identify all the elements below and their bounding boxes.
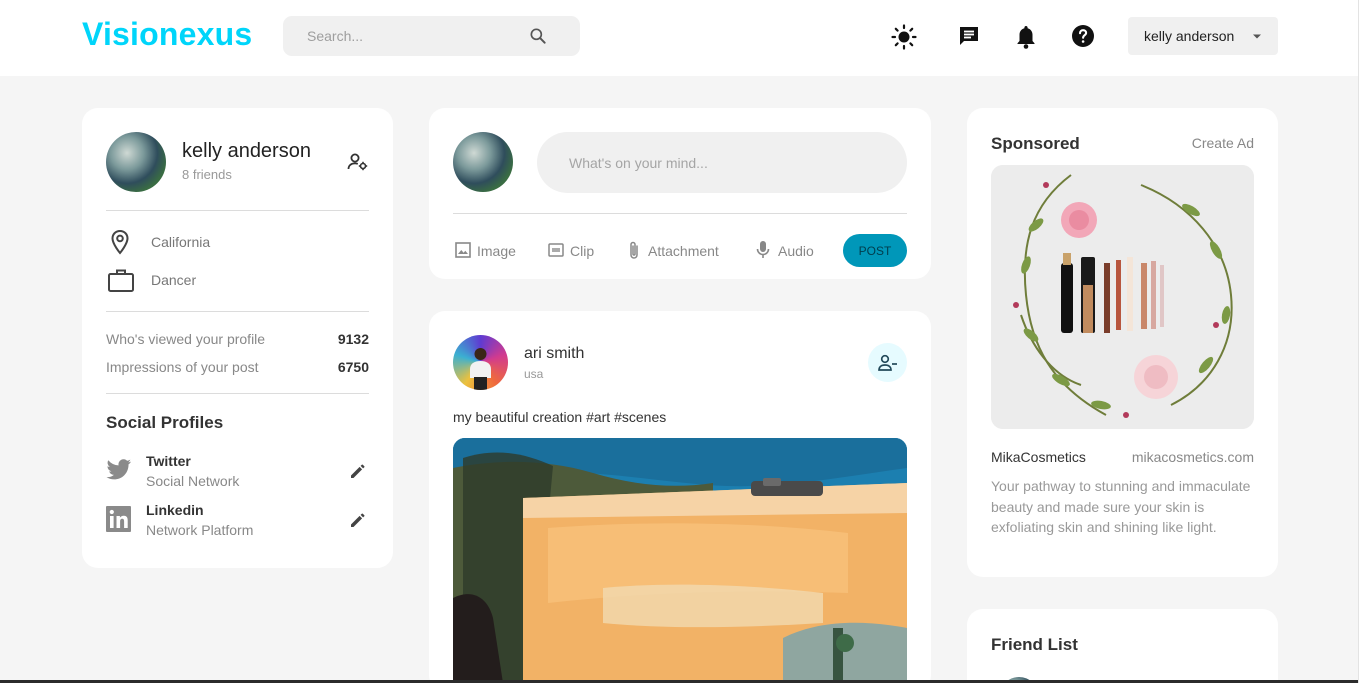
- help-icon[interactable]: [1071, 24, 1097, 50]
- linkedin-icon: [106, 506, 131, 532]
- chat-icon[interactable]: [957, 24, 983, 50]
- post-button[interactable]: POST: [843, 234, 907, 267]
- occupation-text: Dancer: [151, 272, 197, 288]
- profile-views-label: Who's viewed your profile: [106, 331, 266, 347]
- avatar[interactable]: [453, 335, 508, 390]
- attachment-label: Attachment: [648, 243, 719, 259]
- manage-account-icon[interactable]: [347, 152, 369, 172]
- ad-website-link[interactable]: mikacosmetics.com: [1060, 449, 1254, 465]
- scrollbar[interactable]: [1358, 0, 1366, 683]
- audio-label: Audio: [778, 243, 814, 259]
- attachment-button[interactable]: Attachment: [627, 240, 727, 262]
- friend-count: 8 friends: [182, 167, 232, 182]
- sponsored-title: Sponsored: [991, 134, 1080, 153]
- search-input[interactable]: [283, 16, 523, 56]
- avatar[interactable]: [106, 132, 166, 192]
- audio-button[interactable]: Audio: [756, 240, 818, 262]
- post-input[interactable]: [537, 132, 907, 193]
- twitter-icon: [106, 459, 132, 481]
- post-author-name[interactable]: ari smith: [524, 345, 584, 363]
- location-icon: [108, 229, 132, 255]
- divider: [453, 213, 907, 214]
- image-label: Image: [477, 243, 516, 259]
- sun-icon[interactable]: [891, 24, 917, 50]
- ad-image[interactable]: [991, 165, 1254, 429]
- gif-icon: [548, 242, 564, 258]
- image-button[interactable]: Image: [455, 240, 519, 262]
- divider: [106, 210, 369, 211]
- search-icon[interactable]: [528, 26, 548, 46]
- user-menu-label: kelly anderson: [1144, 28, 1235, 44]
- app-logo[interactable]: Visionexus: [82, 16, 252, 53]
- edit-twitter-icon[interactable]: [348, 461, 368, 481]
- clip-button[interactable]: Clip: [548, 240, 598, 262]
- divider: [106, 393, 369, 394]
- post-caption: my beautiful creation #art #scenes: [453, 409, 667, 425]
- post-image[interactable]: [453, 438, 907, 683]
- image-icon: [455, 242, 471, 258]
- impressions-label: Impressions of your post: [106, 359, 259, 375]
- ad-description: Your pathway to stunning and immaculate …: [991, 478, 1251, 535]
- divider: [106, 311, 369, 312]
- impressions-value: 6750: [337, 359, 369, 375]
- twitter-name[interactable]: Twitter: [146, 453, 191, 469]
- friend-list-title: Friend List: [991, 635, 1078, 654]
- social-profiles-title: Social Profiles: [106, 413, 224, 432]
- paperclip-icon: [627, 240, 641, 262]
- user-menu-dropdown[interactable]: kelly anderson: [1128, 17, 1278, 55]
- linkedin-name[interactable]: Linkedin: [146, 502, 204, 518]
- linkedin-subtitle: Network Platform: [146, 522, 254, 538]
- caret-down-icon: [1248, 27, 1266, 45]
- create-ad-link[interactable]: Create Ad: [1150, 135, 1254, 151]
- remove-friend-button[interactable]: [868, 343, 907, 382]
- profile-views-value: 9132: [337, 331, 369, 347]
- bell-icon[interactable]: [1014, 24, 1040, 50]
- search-bar: [283, 16, 580, 56]
- edit-linkedin-icon[interactable]: [348, 510, 368, 530]
- profile-name[interactable]: kelly anderson: [182, 140, 311, 163]
- briefcase-icon: [107, 267, 135, 293]
- twitter-subtitle: Social Network: [146, 473, 240, 489]
- location-text: California: [151, 234, 211, 250]
- avatar[interactable]: [453, 132, 513, 192]
- top-navbar: Visionexus kelly anderson: [0, 0, 1358, 76]
- clip-label: Clip: [570, 243, 595, 259]
- microphone-icon: [756, 240, 770, 260]
- person-remove-icon: [878, 354, 898, 372]
- post-author-location: usa: [524, 367, 544, 381]
